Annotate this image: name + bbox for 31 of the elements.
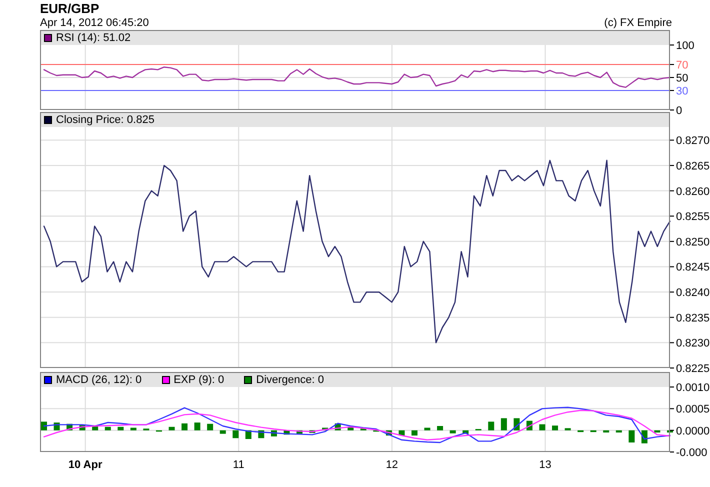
chart-title: EUR/GBP (40, 1, 100, 16)
axis-label: 0.8265 (676, 160, 710, 172)
axis-label: 0.8245 (676, 262, 710, 274)
axis-label: 0.8255 (676, 211, 710, 224)
axis-label: 70 (676, 60, 688, 72)
legend-label: MACD (26, 12): 0 (56, 374, 142, 386)
axis-label: 0.0000 (676, 425, 710, 438)
axis-label: 0.8270 (676, 135, 710, 148)
axis-label: -0.000 (676, 447, 708, 459)
axis-label: 12 (386, 459, 398, 471)
timestamp: Apr 14, 2012 06:45:20 (40, 17, 149, 29)
legend-label: RSI (14): 51.02 (56, 32, 131, 44)
axis-label: 0.8230 (676, 338, 710, 350)
axis-label: 100 (676, 40, 694, 52)
axis-label: 30 (676, 86, 688, 98)
axis-label: 0.0005 (676, 404, 710, 416)
copyright-text: (c) FX Empire (604, 17, 672, 29)
axis-label: 0.8240 (676, 287, 710, 300)
axis-label: 0.8260 (676, 186, 710, 198)
axis-label: 0.8225 (676, 363, 710, 375)
axis-label: 11 (232, 459, 244, 471)
axis-label: 13 (539, 459, 552, 471)
axis-label: 0.8250 (676, 236, 710, 248)
legend-label: Closing Price: 0.825 (56, 114, 154, 126)
legend-label: EXP (9): 0 (174, 374, 224, 386)
axis-label: 50 (676, 72, 688, 84)
axis-label: 10 Apr (68, 459, 102, 471)
axis-label: 0 (676, 105, 682, 117)
legend-label: Divergence: 0 (256, 374, 324, 386)
axis-label: 0.8235 (676, 312, 710, 324)
axis-label: 0.0010 (676, 382, 710, 394)
